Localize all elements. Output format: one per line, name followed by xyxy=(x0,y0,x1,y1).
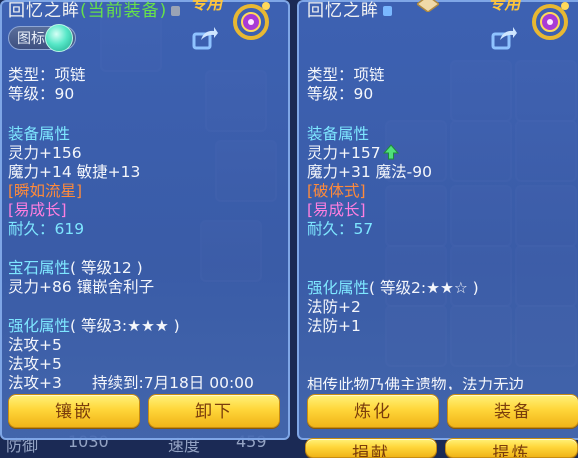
enhance-line: 法防+2 xyxy=(307,298,361,316)
inlay-button[interactable]: 镶嵌 xyxy=(8,394,140,428)
durability-value: 57 xyxy=(353,220,374,238)
necklace-emblem-icon xyxy=(532,2,569,40)
attr-value: 灵力+157 xyxy=(307,144,381,162)
attr-header: 装备属性 xyxy=(307,125,370,143)
toggle-knob xyxy=(45,24,73,52)
attr-line: 灵力+157 xyxy=(307,144,399,162)
equip-button[interactable]: 装备 xyxy=(447,394,578,428)
refine-button[interactable]: 炼化 xyxy=(307,394,439,428)
durability: 耐久：57 xyxy=(307,220,373,238)
item-level: 等级：90 xyxy=(8,85,75,103)
item-type: 类型：项链 xyxy=(307,66,385,84)
gem-level: ( 等级12 ) xyxy=(70,259,143,277)
gem-line: 灵力+86 镶嵌舍利子 xyxy=(8,278,155,296)
temper-button[interactable]: 提炼 xyxy=(445,438,578,458)
enhance-duration: 持续到:7月18日 00:00 xyxy=(92,374,254,392)
item-name: 回忆之眸 xyxy=(8,1,80,21)
share-icon[interactable] xyxy=(491,26,517,50)
equipped-status: (当前装备) xyxy=(80,1,168,21)
exclusive-tag: 专用 xyxy=(189,0,226,13)
item-title: 回忆之眸 xyxy=(307,0,392,21)
enhance-line: 法防+1 xyxy=(307,317,361,335)
unequip-button[interactable]: 卸下 xyxy=(148,394,280,428)
durability-value: 619 xyxy=(54,220,85,238)
icon-toggle[interactable]: 图标 xyxy=(8,24,76,52)
enhance-header-label: 强化属性 xyxy=(8,317,71,335)
durability-label: 耐久： xyxy=(8,220,55,238)
enhance-header: 强化属性( 等级3:★★★ ) xyxy=(8,317,180,335)
enhance-level: ( 等级3:★★★ ) xyxy=(70,317,180,335)
toggle-label: 图标 xyxy=(17,31,45,47)
durability: 耐久：619 xyxy=(8,220,84,238)
item-title: 回忆之眸(当前装备) xyxy=(8,0,181,21)
special-effect: [易成长] xyxy=(8,201,67,219)
stat-increase-arrow-icon xyxy=(382,144,399,160)
attr-line: 灵力+156 xyxy=(8,144,82,162)
item-description: 相传此物乃佛主遗物，法力无边 xyxy=(307,376,525,390)
attr-header: 装备属性 xyxy=(8,125,71,143)
enhance-level: ( 等级2:★★☆ ) xyxy=(369,279,479,297)
share-icon[interactable] xyxy=(192,26,218,50)
lock-icon xyxy=(171,6,181,16)
bound-icon xyxy=(383,6,392,16)
donate-button[interactable]: 捐献 xyxy=(305,438,437,458)
special-effect: [破体式] xyxy=(307,182,366,200)
attr-line: 魔力+31 魔法-90 xyxy=(307,163,432,181)
diamond-badge-icon xyxy=(417,0,439,12)
item-type: 类型：项链 xyxy=(8,66,86,84)
equipped-item-tooltip: 回忆之眸(当前装备) 专用 图标 类型：项链 等级：90 装备属性 灵力+156… xyxy=(0,0,290,440)
durability-label: 耐久： xyxy=(307,220,354,238)
necklace-emblem-icon xyxy=(233,2,270,40)
enhance-line: 法攻+5 xyxy=(8,336,62,354)
item-level: 等级：90 xyxy=(307,85,374,103)
item-name: 回忆之眸 xyxy=(307,1,379,21)
candidate-item-tooltip: 回忆之眸 专用 类型：项链 等级：90 装备属性 灵力+157 魔力+31 魔法… xyxy=(297,0,578,440)
gem-header-label: 宝石属性 xyxy=(8,259,71,277)
exclusive-tag: 专用 xyxy=(487,0,524,13)
enhance-line: 法攻+3 xyxy=(8,374,62,392)
special-effect: [瞬如流星] xyxy=(8,182,83,200)
special-effect: [易成长] xyxy=(307,201,366,219)
gem-header: 宝石属性( 等级12 ) xyxy=(8,259,143,277)
attr-line: 魔力+14 敏捷+13 xyxy=(8,163,141,181)
enhance-header: 强化属性( 等级2:★★☆ ) xyxy=(307,279,479,297)
enhance-header-label: 强化属性 xyxy=(307,279,370,297)
enhance-line: 法攻+5 xyxy=(8,355,62,373)
